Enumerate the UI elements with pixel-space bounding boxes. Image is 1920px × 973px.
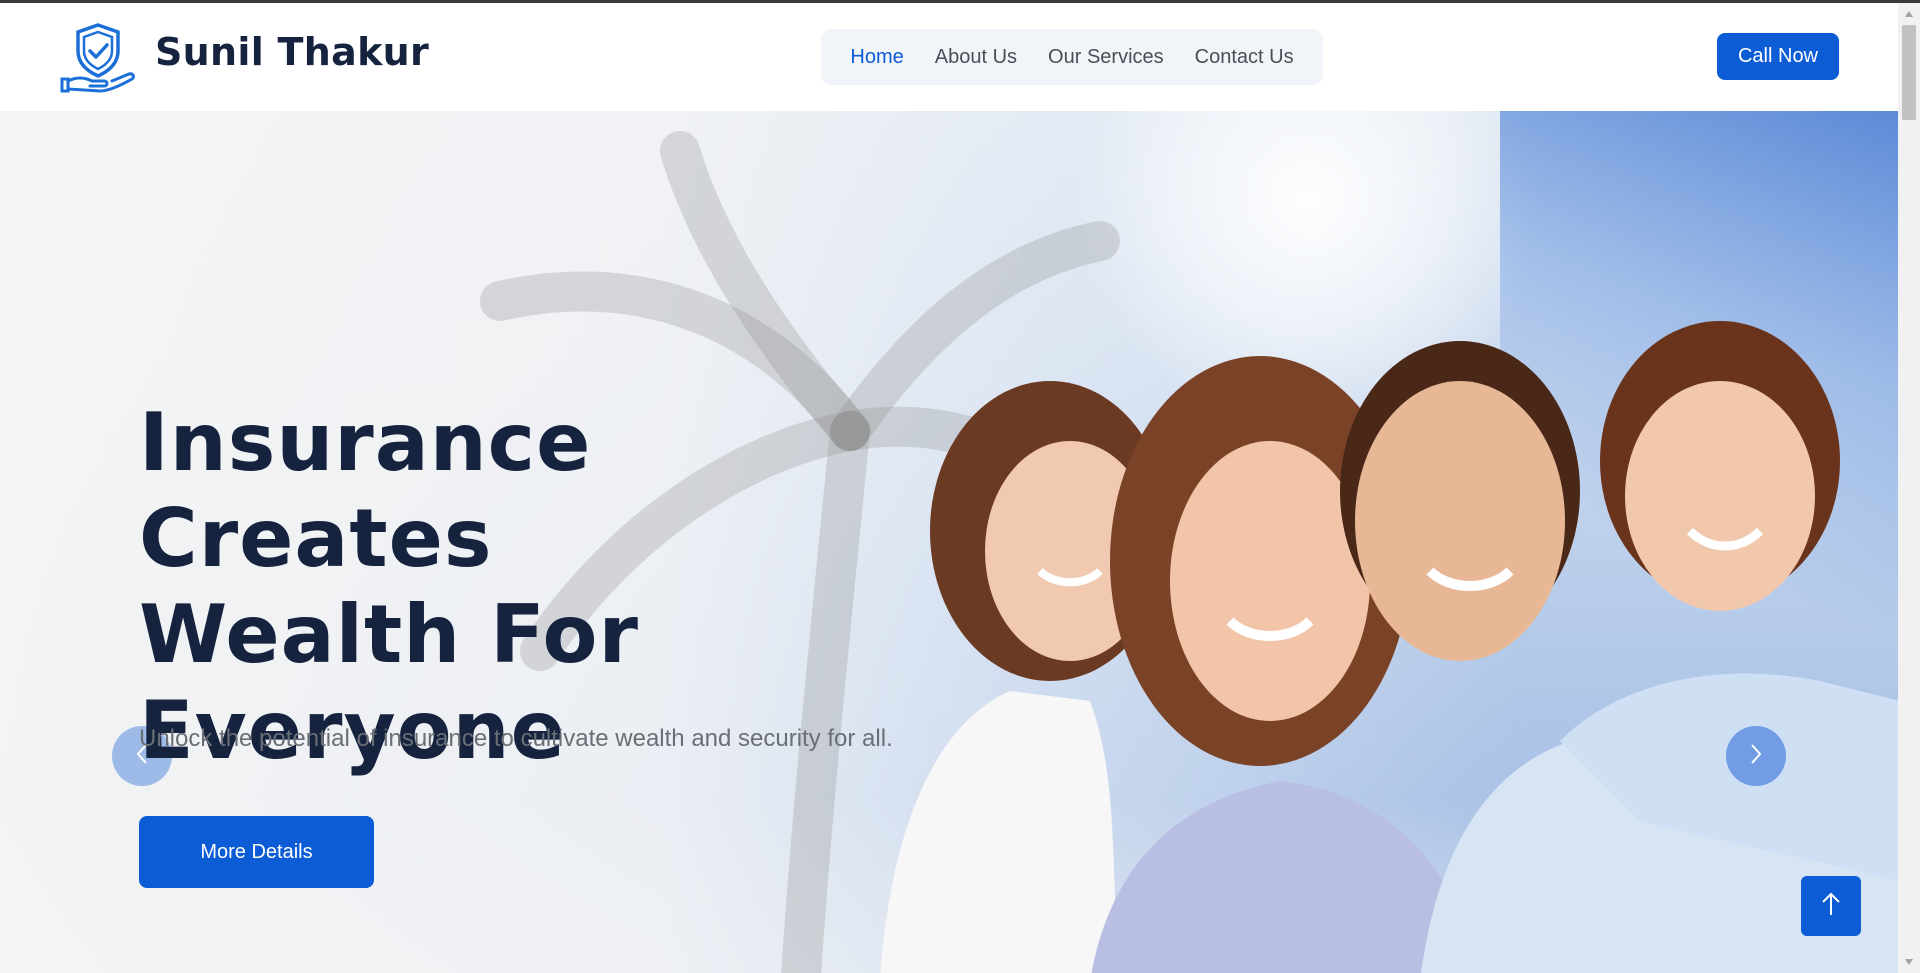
headline-line: Insurance Creates [139, 396, 592, 585]
scroll-down-arrow-icon[interactable] [1898, 951, 1920, 973]
more-details-button[interactable]: More Details [139, 816, 374, 888]
main-nav: Home About Us Our Services Contact Us [821, 29, 1323, 85]
scrollbar-thumb[interactable] [1902, 25, 1916, 120]
chevron-right-icon [1749, 743, 1763, 770]
nav-about-us[interactable]: About Us [935, 46, 1017, 69]
back-to-top-button[interactable] [1801, 876, 1861, 936]
nav-contact-us[interactable]: Contact Us [1195, 46, 1294, 69]
nav-our-services[interactable]: Our Services [1048, 46, 1164, 69]
family-photo [880, 321, 1898, 973]
slider-next-button[interactable] [1726, 726, 1786, 786]
page-scrollbar[interactable] [1898, 3, 1920, 973]
hero-headline: Insurance Creates Wealth For Everyone [139, 395, 959, 779]
hero-subtitle: Unlock the potential of insurance to cul… [139, 725, 893, 752]
shield-hand-icon[interactable] [60, 21, 136, 93]
arrow-up-icon [1821, 891, 1841, 922]
headline-line: Wealth For [139, 588, 639, 681]
nav-home[interactable]: Home [850, 46, 903, 69]
scroll-up-arrow-icon[interactable] [1898, 3, 1920, 25]
brand-name[interactable]: Sunil Thakur [155, 30, 429, 74]
call-now-button[interactable]: Call Now [1717, 33, 1839, 80]
site-header: Sunil Thakur Home About Us Our Services … [0, 3, 1898, 111]
